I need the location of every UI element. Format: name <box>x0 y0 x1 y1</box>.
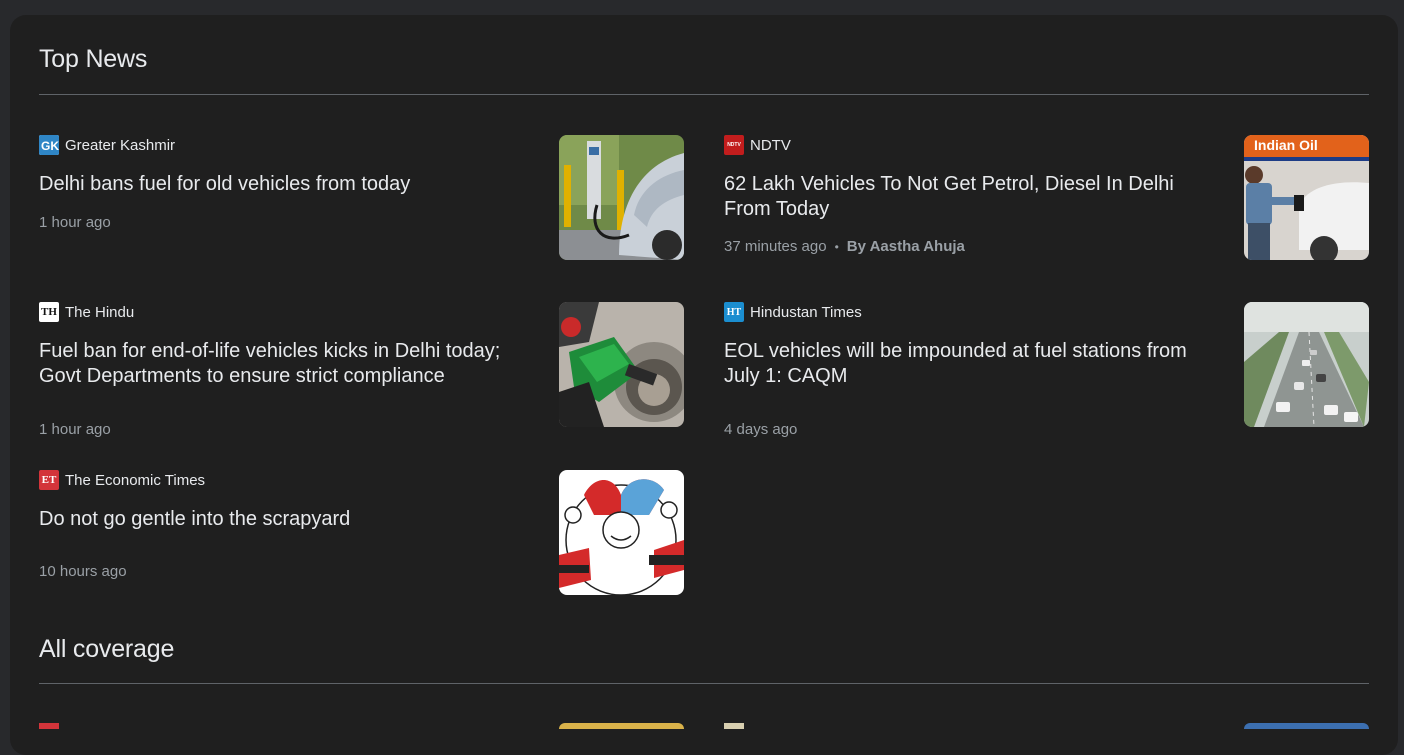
article-time: 10 hours ago <box>39 563 127 580</box>
article-source-name: Greater Kashmir <box>65 136 176 154</box>
news-card-greater-kashmir[interactable]: GK Greater Kashmir Delhi bans fuel for o… <box>39 135 684 261</box>
the-hindu-logo-icon: TH <box>39 302 59 322</box>
article-time: 1 hour ago <box>39 421 111 438</box>
article-source[interactable]: HT Hindustan Times <box>724 302 862 322</box>
article-meta: 37 minutes ago • By Aastha Ahuja <box>724 238 965 255</box>
top-news-heading: Top News <box>39 45 148 73</box>
article-thumbnail-fuel-nozzle[interactable] <box>559 302 684 427</box>
article-headline[interactable]: 62 Lakh Vehicles To Not Get Petrol, Dies… <box>724 172 1214 222</box>
all-coverage-heading: All coverage <box>39 635 175 663</box>
article-source-name: The Hindu <box>65 303 135 321</box>
article-source[interactable]: ET The Economic Times <box>39 470 205 490</box>
article-time: 37 minutes ago <box>724 238 827 255</box>
meta-separator-dot: • <box>834 239 839 254</box>
ndtv-logo-icon: NDTV <box>724 135 744 155</box>
article-headline[interactable]: Do not go gentle into the scrapyard <box>39 507 529 532</box>
article-source-name: NDTV <box>750 136 791 154</box>
all-coverage-divider <box>39 683 1369 684</box>
article-thumbnail-ev-charging[interactable] <box>559 135 684 260</box>
svg-text:Indian Oil: Indian Oil <box>1254 137 1318 153</box>
news-card-ndtv[interactable]: NDTV NDTV 62 Lakh Vehicles To Not Get Pe… <box>724 135 1369 261</box>
article-headline[interactable]: Fuel ban for end-of-life vehicles kicks … <box>39 339 529 389</box>
news-panel: Top News GK Greater Kashmir Delhi bans f… <box>10 15 1398 755</box>
top-news-divider <box>39 94 1369 95</box>
article-time: 1 hour ago <box>39 214 111 231</box>
economic-times-logo-icon: ET <box>39 470 59 490</box>
news-card-the-hindu[interactable]: TH The Hindu Fuel ban for end-of-life ve… <box>39 302 684 438</box>
article-thumbnail-highway-traffic[interactable] <box>1244 302 1369 427</box>
article-source[interactable]: TH The Hindu <box>39 302 134 322</box>
article-meta: 1 hour ago <box>39 421 111 438</box>
article-headline[interactable]: Delhi bans fuel for old vehicles from to… <box>39 172 529 197</box>
hindustan-times-logo-icon: HT <box>724 302 744 322</box>
article-meta: 4 days ago <box>724 421 797 438</box>
article-meta: 1 hour ago <box>39 214 111 231</box>
news-card-hindustan-times[interactable]: HT Hindustan Times EOL vehicles will be … <box>724 302 1369 438</box>
news-card-economic-times[interactable]: ET The Economic Times Do not go gentle i… <box>39 470 684 596</box>
greater-kashmir-logo-icon: GK <box>39 135 59 155</box>
article-source-name: Hindustan Times <box>750 303 862 321</box>
article-source[interactable]: GK Greater Kashmir <box>39 135 175 155</box>
coverage-source-logo-icon <box>39 723 59 729</box>
article-headline[interactable]: EOL vehicles will be impounded at fuel s… <box>724 339 1214 389</box>
article-meta: 10 hours ago <box>39 563 127 580</box>
coverage-source-logo-icon <box>724 723 744 729</box>
coverage-thumbnail[interactable] <box>559 723 684 729</box>
article-thumbnail-petrol-pump[interactable]: Indian Oil <box>1244 135 1369 260</box>
article-source[interactable]: NDTV NDTV <box>724 135 791 155</box>
svg-text:GK: GK <box>41 139 59 153</box>
article-author: By Aastha Ahuja <box>846 238 965 255</box>
article-thumbnail-jester-cartoon[interactable] <box>559 470 684 595</box>
article-source-name: The Economic Times <box>65 471 206 489</box>
article-time: 4 days ago <box>724 421 798 438</box>
coverage-thumbnail[interactable] <box>1244 723 1369 729</box>
